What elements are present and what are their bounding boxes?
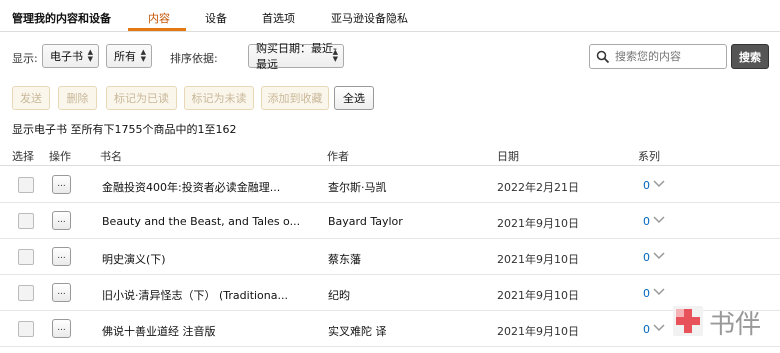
header-series: 系列 xyxy=(638,150,660,163)
watermark-logo: 书伴 xyxy=(673,302,773,342)
select-arrows-icon: ▲ ▼ xyxy=(87,48,93,63)
book-title: 明史演义(下) xyxy=(102,253,166,266)
book-title: Beauty and the Beast, and Tales o... xyxy=(102,215,301,228)
scope-select[interactable]: 所有 ▲ ▼ xyxy=(106,44,152,68)
row-checkbox[interactable] xyxy=(18,285,34,301)
series-count-link[interactable]: 0 xyxy=(643,179,650,192)
select-all-button[interactable]: 全选 xyxy=(334,86,374,110)
row-checkbox[interactable] xyxy=(18,213,34,229)
tab-devices[interactable]: 设备 xyxy=(205,10,227,26)
header-action: 操作 xyxy=(49,150,71,163)
book-title: 金融投资400年:投资者必读金融理... xyxy=(102,181,281,194)
sort-value: 购买日期：最近-最远 xyxy=(256,42,337,71)
search-button[interactable]: 搜索 xyxy=(731,44,769,69)
select-arrows-icon: ▲ ▼ xyxy=(140,48,146,63)
book-date: 2022年2月21日 xyxy=(497,181,579,194)
search-field[interactable] xyxy=(589,44,727,69)
book-author: 查尔斯·马凯 xyxy=(328,181,387,194)
row-actions-button[interactable]: ... xyxy=(52,283,71,302)
tab-content[interactable]: 内容 xyxy=(148,10,170,26)
active-tab-indicator xyxy=(128,28,186,31)
search-icon xyxy=(596,50,610,63)
header-select: 选择 xyxy=(12,150,34,163)
cross-logo-icon xyxy=(673,306,703,336)
nav-title: 管理我的内容和设备 xyxy=(12,12,111,25)
sort-label: 排序依据: xyxy=(170,52,218,65)
series-count-link[interactable]: 0 xyxy=(643,287,650,300)
tab-device-privacy[interactable]: 亚马逊设备隐私 xyxy=(331,10,408,26)
series-count-link[interactable]: 0 xyxy=(643,323,650,336)
result-summary: 显示电子书 至所有下1755个商品中的1至162 xyxy=(12,123,237,136)
chevron-down-icon[interactable] xyxy=(652,286,666,298)
scope-value: 所有 xyxy=(114,50,136,63)
tab-preferences[interactable]: 首选项 xyxy=(262,10,295,26)
select-arrows-icon: ▲ ▼ xyxy=(332,48,338,63)
book-title: 佛说十善业道经 注音版 xyxy=(102,325,216,338)
show-label: 显示: xyxy=(12,52,38,65)
row-actions-button[interactable]: ... xyxy=(52,247,71,266)
row-checkbox[interactable] xyxy=(18,321,34,337)
content-type-select[interactable]: 电子书 ▲ ▼ xyxy=(42,44,99,68)
send-button[interactable]: 发送 xyxy=(12,86,50,110)
header-author[interactable]: 作者 xyxy=(327,148,349,164)
row-checkbox[interactable] xyxy=(18,177,34,193)
book-date: 2021年9月10日 xyxy=(497,217,579,230)
row-actions-button[interactable]: ... xyxy=(52,211,71,230)
table-row: ... 佛说十善业道经 注音版 实叉难陀 译 2021年9月10日 0 xyxy=(0,311,780,347)
table-row: ... 明史演义(下) 蔡东藩 2021年9月10日 0 xyxy=(0,239,780,275)
header-date[interactable]: 日期 xyxy=(497,148,519,164)
book-author: 实叉难陀 译 xyxy=(328,325,387,338)
book-date: 2021年9月10日 xyxy=(497,325,579,338)
book-date: 2021年9月10日 xyxy=(497,289,579,302)
table-row: ... 金融投资400年:投资者必读金融理... 查尔斯·马凯 2022年2月2… xyxy=(0,167,780,203)
chevron-down-icon[interactable] xyxy=(652,322,666,334)
mark-read-button[interactable]: 标记为已读 xyxy=(106,86,177,110)
book-author: Bayard Taylor xyxy=(328,215,403,228)
book-author: 纪昀 xyxy=(328,289,350,302)
add-to-collection-button[interactable]: 添加到收藏 xyxy=(261,86,329,110)
book-date: 2021年9月10日 xyxy=(497,253,579,266)
series-count-link[interactable]: 0 xyxy=(643,251,650,264)
mark-unread-button[interactable]: 标记为未读 xyxy=(184,86,254,110)
chevron-down-icon[interactable] xyxy=(652,178,666,190)
row-checkbox[interactable] xyxy=(18,249,34,265)
table-header: 选择 操作 书名 作者 日期 系列 xyxy=(0,146,780,166)
series-count-link[interactable]: 0 xyxy=(643,215,650,228)
top-navigation: 管理我的内容和设备 内容 设备 首选项 亚马逊设备隐私 xyxy=(0,0,780,32)
action-bar: 发送 删除 标记为已读 标记为未读 添加到收藏 全选 xyxy=(0,86,780,112)
row-actions-button[interactable]: ... xyxy=(52,319,71,338)
delete-button[interactable]: 删除 xyxy=(58,86,97,110)
search-input[interactable] xyxy=(615,50,725,63)
content-type-value: 电子书 xyxy=(50,50,83,63)
watermark-text: 书伴 xyxy=(709,310,762,340)
table-row: ... Beauty and the Beast, and Tales o...… xyxy=(0,203,780,239)
sort-select[interactable]: 购买日期：最近-最远 ▲ ▼ xyxy=(248,42,344,71)
row-actions-button[interactable]: ... xyxy=(52,175,71,194)
book-author: 蔡东藩 xyxy=(328,253,361,266)
header-title[interactable]: 书名 xyxy=(100,148,122,164)
chevron-down-icon[interactable] xyxy=(652,250,666,262)
table-row: ... 旧小说·清异怪志（下） (Traditiona... 纪昀 2021年9… xyxy=(0,275,780,311)
book-title: 旧小说·清异怪志（下） (Traditiona... xyxy=(102,289,288,302)
chevron-down-icon[interactable] xyxy=(652,214,666,226)
